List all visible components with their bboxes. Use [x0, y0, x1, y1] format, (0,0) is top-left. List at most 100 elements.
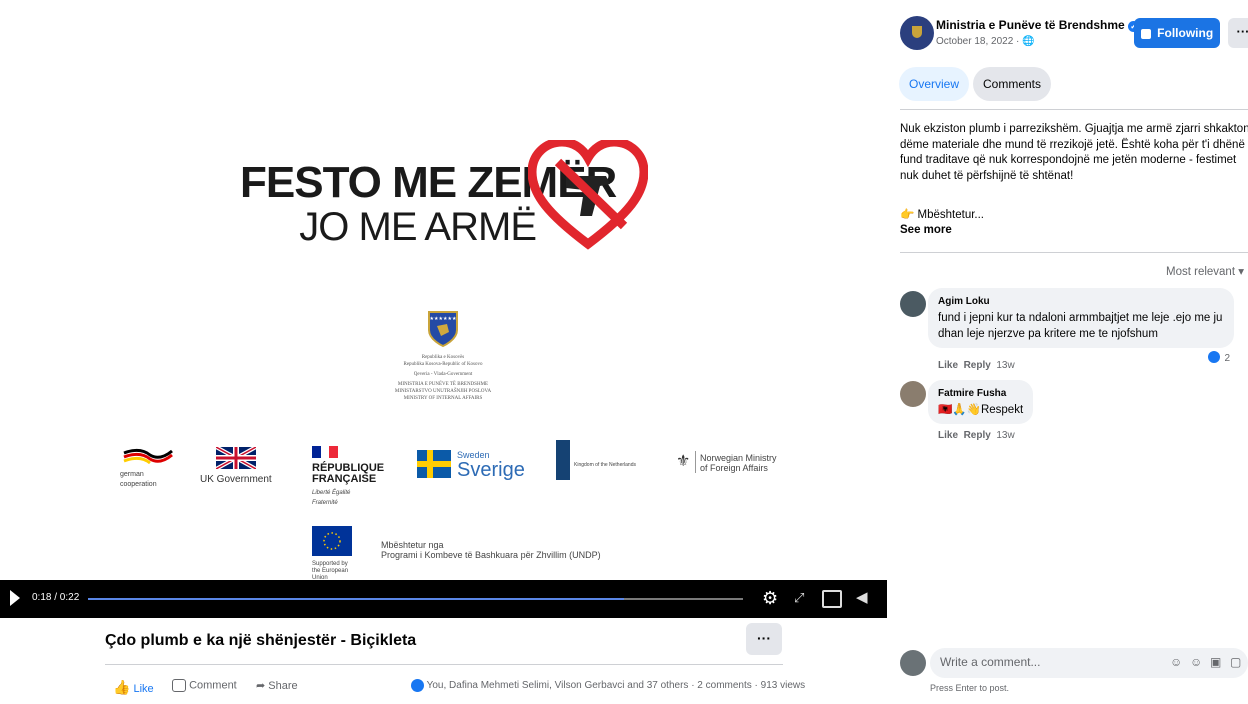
- comment-placeholder: Write a comment...: [940, 655, 1041, 669]
- sweden-big: Sverige: [457, 459, 525, 481]
- supported-text: 👉 Mbështetur...: [900, 209, 984, 221]
- settings-gear-icon[interactable]: ⚙: [762, 588, 778, 609]
- avatar-sticker-icon[interactable]: ☺: [1170, 655, 1182, 669]
- comment-reply-link[interactable]: Reply: [964, 430, 991, 441]
- divider: [105, 664, 783, 665]
- video-player[interactable]: FESTO ME ZEMËR JO ME ARMË ★★★★★★ Republi…: [0, 0, 887, 618]
- comment-reaction-count[interactable]: 2: [1208, 348, 1230, 366]
- france-line2: FRANÇAISE: [312, 473, 377, 485]
- page-more-button[interactable]: ···: [1228, 18, 1248, 48]
- norway-line1: Norwegian Ministry: [700, 453, 777, 463]
- volume-muted-icon[interactable]: ◀: [856, 588, 868, 606]
- kosovo-shield-icon: ★★★★★★: [428, 311, 458, 348]
- following-label: Following: [1157, 26, 1214, 40]
- norway-line2: of Foreign Affairs: [700, 463, 768, 473]
- post-date[interactable]: October 18, 2022 · 🌐: [936, 36, 1035, 47]
- eu-flag-icon: [312, 526, 352, 556]
- heart-no-gun-icon: [528, 140, 648, 250]
- globe-icon: 🌐: [1022, 36, 1035, 47]
- undp-support: Mbështetur nga Programi i Kombeve të Bas…: [381, 540, 601, 560]
- france-logo: RÉPUBLIQUE FRANÇAISE Liberté Égalité Fra…: [312, 445, 384, 508]
- pip-icon[interactable]: [822, 590, 842, 608]
- france-motto: Liberté Égalité Fraternité: [312, 490, 351, 506]
- netherlands-bar-icon: [556, 440, 570, 480]
- following-check-icon: [1140, 28, 1151, 39]
- emblem-text1: Republika e Kosovës: [421, 355, 465, 360]
- comment-bubble-icon: [172, 679, 186, 692]
- comment-label: Comment: [189, 679, 237, 692]
- uk-label: UK Government: [200, 474, 272, 485]
- emblem-text3: Qeveria - Vlada-Government: [413, 372, 473, 377]
- eu-logo: Supported by the European Union: [312, 526, 352, 582]
- comment-like-link[interactable]: Like: [938, 360, 958, 371]
- undp-line1: Mbështetur nga: [381, 540, 444, 550]
- share-arrow-icon: ➦: [256, 680, 266, 692]
- reaction-count: 2: [1224, 353, 1231, 364]
- emblem-text6: MINISTRY OF INTERNAL AFFAIRS: [403, 396, 483, 401]
- like-reaction-icon: [1208, 350, 1220, 363]
- uk-government-logo: UK Government: [200, 445, 272, 485]
- commenter-avatar[interactable]: [900, 381, 926, 407]
- page-avatar[interactable]: [900, 16, 934, 50]
- like-button[interactable]: 👍 Like: [113, 679, 154, 696]
- svg-text:★★★★★★: ★★★★★★: [430, 316, 457, 322]
- press-enter-hint: Press Enter to post.: [930, 683, 1010, 693]
- more-options-button[interactable]: ···: [746, 623, 782, 655]
- undp-line2: Programi i Kombeve të Bashkuara për Zhvi…: [381, 550, 601, 560]
- netherlands-label: Kingdom of the Netherlands: [574, 462, 636, 468]
- post-body: Nuk ekziston plumb i parrezikshëm. Gjuaj…: [900, 123, 1248, 182]
- norway-lion-icon: ⚜: [676, 453, 691, 470]
- comment-author[interactable]: Fatmire Fusha: [938, 386, 1023, 402]
- share-label: Share: [268, 680, 298, 692]
- emblem-text2: Republika Kosova-Republic of Kosovo: [403, 362, 483, 367]
- tab-overview[interactable]: Overview: [899, 67, 970, 101]
- sticker-icon[interactable]: ▢: [1230, 655, 1241, 669]
- like-label: Like: [133, 683, 154, 695]
- video-controls: 0:18 / 0:22 ⚙ ⤢ ◀: [0, 580, 887, 618]
- comment-button[interactable]: Comment: [172, 679, 237, 692]
- kosovo-emblem: ★★★★★★ Republika e Kosovës Republika Kos…: [370, 310, 516, 402]
- emoji-icon[interactable]: ☺: [1190, 655, 1202, 669]
- thumbs-up-icon: 👍: [113, 679, 131, 695]
- following-button[interactable]: Following: [1134, 18, 1220, 48]
- share-button[interactable]: ➦ Share: [256, 679, 298, 692]
- uk-flag-icon: [215, 445, 257, 471]
- video-time: 0:18 / 0:22: [32, 592, 80, 603]
- comment-meta: Like Reply 13w: [938, 360, 1015, 371]
- comment-age[interactable]: 13w: [996, 430, 1014, 441]
- play-icon[interactable]: [10, 590, 20, 606]
- comment-like-link[interactable]: Like: [938, 430, 958, 441]
- current-user-avatar[interactable]: [900, 650, 926, 676]
- like-reaction-icon: [411, 679, 424, 692]
- emblem-text5: MINISTARSTVO UNUTRAŠNJIH POSLOVA: [394, 389, 492, 394]
- page-name[interactable]: Ministria e Punëve të Brendshme ✓: [936, 18, 1140, 32]
- headline-line2: JO ME ARMË: [299, 205, 537, 249]
- comment-author[interactable]: Agim Loku: [938, 294, 1224, 310]
- norway-divider: [695, 451, 696, 473]
- video-title: Çdo plumb e ka një shënjestër - Biçiklet…: [105, 632, 417, 649]
- divider: [900, 109, 1248, 110]
- see-more-link[interactable]: See more: [900, 224, 952, 236]
- comment-text: fund i jepni kur ta ndaloni armmbajtjet …: [938, 312, 1223, 340]
- eu-label: Supported by the European Union: [312, 561, 349, 581]
- commenter-avatar[interactable]: [900, 291, 926, 317]
- comment-bubble: Agim Loku fund i jepni kur ta ndaloni ar…: [928, 288, 1234, 348]
- progress-fill: [88, 598, 624, 600]
- comment-age[interactable]: 13w: [996, 360, 1014, 371]
- tab-comments[interactable]: Comments: [973, 67, 1052, 101]
- emblem-text4: MINISTRIA E PUNËVE TË BRENDSHME: [397, 382, 489, 387]
- reactions-summary[interactable]: You, Dafina Mehmeti Selimi, Vilson Gerba…: [411, 679, 805, 692]
- comment-text: 🇦🇱🙏👋Respekt: [938, 404, 1024, 416]
- german-label: german cooperation: [120, 471, 157, 488]
- gif-icon[interactable]: ▣: [1210, 655, 1221, 669]
- sort-comments-dropdown[interactable]: Most relevant ▾: [1166, 264, 1244, 278]
- ministry-shield-icon: [912, 26, 922, 38]
- comment-bubble: Fatmire Fusha 🇦🇱🙏👋Respekt: [928, 380, 1034, 424]
- post-date-text: October 18, 2022 ·: [936, 36, 1023, 47]
- comment-meta: Like Reply 13w: [938, 430, 1015, 441]
- german-flag-swoosh-icon: [123, 448, 173, 465]
- comment-reply-link[interactable]: Reply: [964, 360, 991, 371]
- fullscreen-icon[interactable]: ⤢: [794, 590, 804, 606]
- divider: [900, 252, 1248, 253]
- page-name-text: Ministria e Punëve të Brendshme: [936, 18, 1125, 32]
